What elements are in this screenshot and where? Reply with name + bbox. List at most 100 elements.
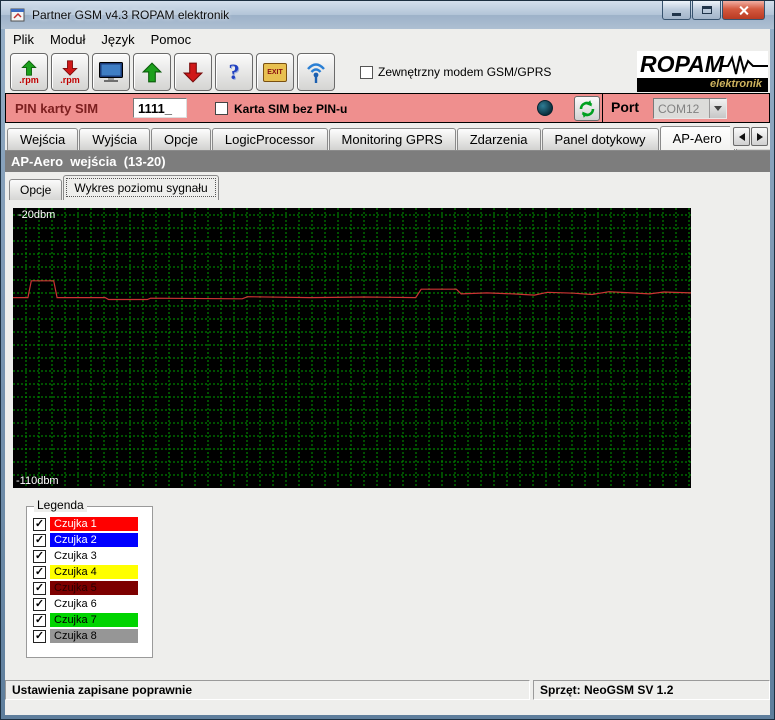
connection-button[interactable] [92, 53, 130, 91]
connection-led [537, 100, 553, 116]
tab-panel-dotykowy[interactable]: Panel dotykowy [542, 128, 659, 150]
legend-color-label: Czujka 4 [50, 565, 138, 579]
write-module-button[interactable] [174, 53, 212, 91]
legend-checkbox[interactable]: ✓ [33, 582, 46, 595]
status-message: Ustawienia zapisane poprawnie [5, 680, 530, 700]
subtab-wykres[interactable]: Wykres poziomu sygnału [63, 175, 218, 200]
tab-logicprocessor[interactable]: LogicProcessor [212, 128, 328, 150]
tab-wyjscia[interactable]: Wyjścia [79, 128, 150, 150]
refresh-ports-button[interactable] [574, 96, 600, 121]
check-icon: ✓ [35, 518, 44, 530]
app-icon [10, 7, 26, 23]
legend-color-label: Czujka 7 [50, 613, 138, 627]
check-icon: ✓ [35, 598, 44, 610]
tab-opcje[interactable]: Opcje [151, 128, 211, 150]
minimize-icon [672, 13, 681, 16]
antenna-icon [303, 60, 329, 84]
tab-scroll-left-button[interactable] [733, 127, 750, 146]
legend-color-label: Czujka 8 [50, 629, 138, 643]
menu-jezyk[interactable]: Język [93, 30, 142, 49]
up-arrow-icon [141, 62, 163, 83]
exit-icon: EXIT [263, 63, 287, 82]
legend-color-label: Czujka 5 [50, 581, 138, 595]
legend-groupbox: Legenda ✓ Czujka 1 ✓ Czujka 2 ✓ Czujka 3 [26, 498, 153, 658]
menu-pomoc[interactable]: Pomoc [143, 30, 199, 49]
chevron-down-icon [714, 106, 722, 111]
refresh-icon [577, 99, 597, 119]
legend-list: ✓ Czujka 1 ✓ Czujka 2 ✓ Czujka 3 ✓ Czujk… [26, 506, 153, 658]
menu-plik[interactable]: Plik [5, 30, 42, 49]
legend-item-czujka-1: ✓ Czujka 1 [33, 516, 146, 532]
close-button[interactable] [722, 1, 765, 20]
check-icon: ✓ [35, 550, 44, 562]
open-rpm-button[interactable]: .rpm [10, 53, 48, 91]
legend-item-czujka-2: ✓ Czujka 2 [33, 532, 146, 548]
y-axis-bottom-label: -110dbm [16, 475, 59, 487]
legend-item-czujka-7: ✓ Czujka 7 [33, 612, 146, 628]
logo-brand-text: ROPAM [637, 51, 724, 77]
exit-button[interactable]: EXIT [256, 53, 294, 91]
legend-checkbox[interactable]: ✓ [33, 598, 46, 611]
check-icon: ✓ [35, 630, 44, 642]
toolbar: .rpm .rpm [5, 49, 770, 95]
combo-dropdown-button[interactable] [709, 99, 726, 118]
ap-aero-page: AP-Aero wejścia (13-20) Opcje Wykres poz… [5, 151, 770, 680]
legend-checkbox[interactable]: ✓ [33, 614, 46, 627]
subtab-opcje[interactable]: Opcje [9, 179, 62, 200]
help-button[interactable]: ? [215, 53, 253, 91]
port-combobox[interactable]: COM12 [653, 98, 727, 119]
maximize-button[interactable] [692, 1, 721, 20]
window-title: Partner GSM v4.3 ROPAM elektronik [32, 8, 229, 22]
port-label: Port [611, 99, 639, 115]
monitor-icon [98, 61, 124, 83]
tab-zdarzenia[interactable]: Zdarzenia [457, 128, 541, 150]
antenna-button[interactable] [297, 53, 335, 91]
chevron-left-icon [739, 133, 745, 141]
save-rpm-button[interactable]: .rpm [51, 53, 89, 91]
down-arrow-icon [182, 62, 204, 83]
read-module-button[interactable] [133, 53, 171, 91]
chevron-right-icon [757, 133, 763, 141]
external-modem-checkbox[interactable]: Zewnętrzny modem GSM/GPRS [360, 65, 551, 79]
logo-sub-text: elektronik [637, 78, 768, 92]
rpm-file-label: .rpm [19, 76, 39, 85]
sub-tab-bar: Opcje Wykres poziomu sygnału [9, 174, 770, 200]
tab-monitoring-gprs[interactable]: Monitoring GPRS [329, 128, 456, 150]
minimize-button[interactable] [662, 1, 691, 20]
port-separator [602, 94, 603, 122]
legend-checkbox[interactable]: ✓ [33, 550, 46, 563]
app-window: Partner GSM v4.3 ROPAM elektronik Plik M… [0, 0, 775, 720]
external-modem-label: Zewnętrzny modem GSM/GPRS [378, 65, 551, 79]
tab-ap-aero[interactable]: AP-Aero [660, 126, 735, 151]
sim-no-pin-label: Karta SIM bez PIN-u [234, 102, 347, 116]
tab-wejscia[interactable]: Wejścia [7, 128, 78, 150]
legend-item-czujka-5: ✓ Czujka 5 [33, 580, 146, 596]
pin-input[interactable] [133, 98, 187, 118]
check-icon: ✓ [35, 566, 44, 578]
pin-label: PIN karty SIM [15, 101, 98, 116]
close-icon [738, 5, 749, 16]
legend-item-czujka-4: ✓ Czujka 4 [33, 564, 146, 580]
legend-color-label: Czujka 1 [50, 517, 138, 531]
window-controls [661, 1, 765, 20]
legend-color-label: Czujka 2 [50, 533, 138, 547]
legend-item-czujka-8: ✓ Czujka 8 [33, 628, 146, 644]
main-tab-bar: Wejścia Wyjścia Opcje LogicProcessor Mon… [5, 125, 770, 151]
legend-checkbox[interactable]: ✓ [33, 518, 46, 531]
question-mark-icon: ? [229, 59, 240, 85]
check-icon: ✓ [35, 534, 44, 546]
waveform-icon [720, 54, 768, 76]
tab-scroll-right-button[interactable] [751, 127, 768, 146]
sim-no-pin-checkbox[interactable] [215, 102, 228, 115]
check-icon: ✓ [35, 582, 44, 594]
legend-checkbox[interactable]: ✓ [33, 630, 46, 643]
ropam-logo: ROPAM elektronik [637, 51, 768, 92]
tab-scrollers [730, 125, 770, 149]
menu-modul[interactable]: Moduł [42, 30, 93, 49]
menubar: Plik Moduł Język Pomoc [5, 29, 770, 49]
signal-chart-svg [13, 208, 691, 488]
signal-chart: -20dbm -110dbm [13, 208, 691, 488]
hardware-info: Sprzęt: NeoGSM SV 1.2 [533, 680, 770, 700]
legend-checkbox[interactable]: ✓ [33, 566, 46, 579]
legend-checkbox[interactable]: ✓ [33, 534, 46, 547]
